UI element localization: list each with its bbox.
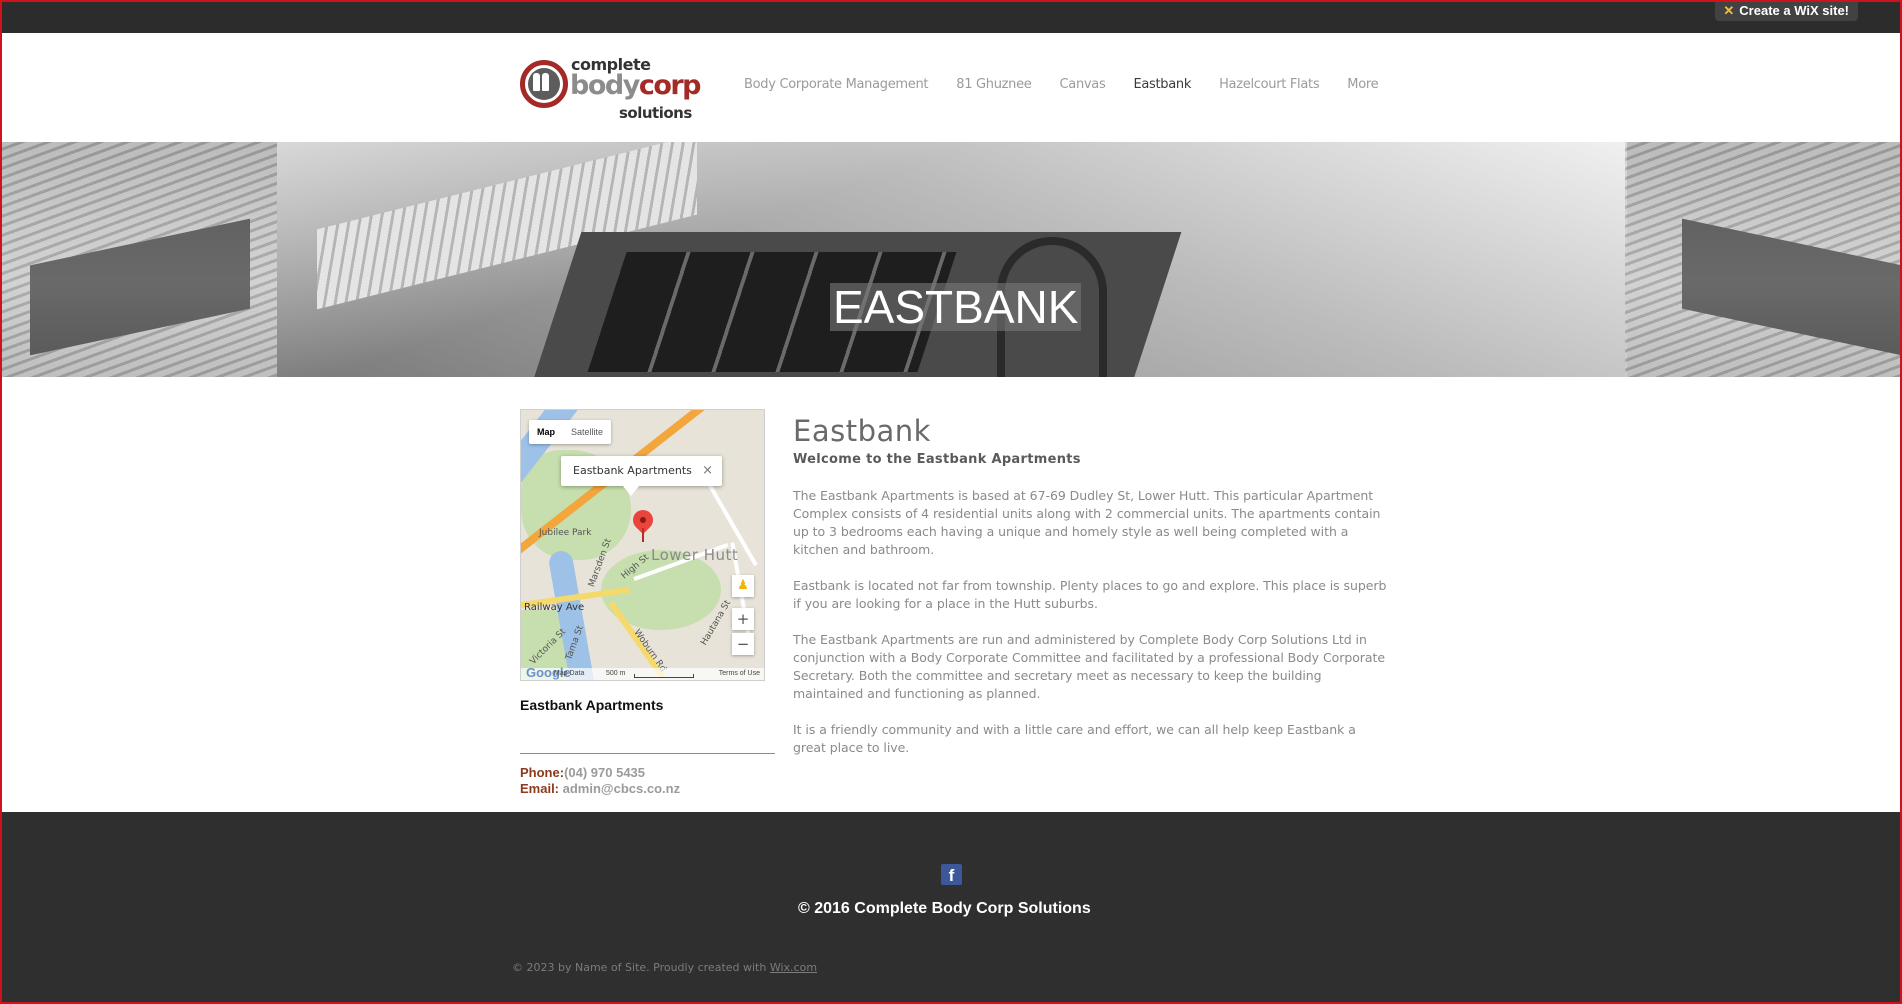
page-subtitle: Welcome to the Eastbank Apartments bbox=[793, 452, 1081, 467]
google-map[interactable]: Jubilee Park Railway Ave High St Marsden… bbox=[520, 409, 765, 681]
banner-building-image bbox=[277, 142, 1627, 377]
divider bbox=[520, 753, 775, 754]
nav-item-hazelcourt-flats[interactable]: Hazelcourt Flats bbox=[1219, 77, 1320, 92]
article-paragraph: The Eastbank Apartments is based at 67-6… bbox=[793, 488, 1381, 557]
footer-credit: © 2023 by Name of Site. Proudly created … bbox=[512, 961, 818, 974]
map-label: Jubilee Park bbox=[539, 528, 592, 538]
create-wix-site-label: Create a WiX site! bbox=[1739, 3, 1849, 18]
map-type-tabs: Map Satellite bbox=[529, 420, 612, 444]
map-label: Railway Ave bbox=[524, 602, 585, 613]
wix-link[interactable]: Wix.com bbox=[770, 961, 817, 974]
map-scale-label: 500 m bbox=[606, 670, 626, 677]
wix-top-bar: ✕ Create a WiX site! bbox=[0, 0, 1902, 33]
map-scale-bar bbox=[634, 674, 694, 678]
email-label: Email: bbox=[520, 781, 560, 796]
nav-item-eastbank[interactable]: Eastbank bbox=[1133, 77, 1191, 92]
phone-value: (04) 970 5435 bbox=[564, 765, 646, 780]
banner-side-image-right bbox=[1625, 142, 1902, 377]
main-nav: Body Corporate Management 81 Ghuznee Can… bbox=[744, 77, 1406, 92]
map-tab-map[interactable]: Map bbox=[529, 420, 563, 444]
banner-title: EASTBANK bbox=[830, 283, 1082, 331]
article-paragraph: Eastbank is located not far from townshi… bbox=[793, 578, 1387, 611]
site-header: complete bodycorp solutions Body Corpora… bbox=[0, 33, 1902, 142]
nav-item-body-corporate-management[interactable]: Body Corporate Management bbox=[744, 77, 929, 92]
phone-label: Phone: bbox=[520, 765, 565, 780]
page-title: Eastbank bbox=[793, 414, 931, 448]
logo-text-bodycorp: bodycorp bbox=[570, 70, 702, 101]
close-icon[interactable]: × bbox=[702, 456, 713, 486]
map-tab-satellite[interactable]: Satellite bbox=[563, 420, 611, 444]
site-footer: f © 2016 Complete Body Corp Solutions © … bbox=[0, 812, 1902, 1004]
pegman-icon[interactable]: ♟ bbox=[732, 575, 754, 597]
create-wix-site-button[interactable]: ✕ Create a WiX site! bbox=[1715, 0, 1858, 21]
banner-side-image-left bbox=[0, 142, 277, 377]
article-paragraph: It is a friendly community and with a li… bbox=[793, 722, 1356, 755]
map-footer: Google Map Data 500 m Terms of Use bbox=[521, 666, 764, 680]
contact-info: Phone:(04) 970 5435 Email: admin@cbcs.co… bbox=[520, 765, 680, 797]
map-info-popup: Eastbank Apartments × bbox=[561, 456, 722, 496]
map-popup-label: Eastbank Apartments bbox=[573, 464, 692, 477]
map-caption: Eastbank Apartments bbox=[520, 697, 664, 713]
nav-item-canvas[interactable]: Canvas bbox=[1060, 77, 1106, 92]
zoom-out-button[interactable]: − bbox=[732, 633, 754, 655]
nav-item-81-ghuznee[interactable]: 81 Ghuznee bbox=[956, 77, 1032, 92]
article-paragraph: The Eastbank Apartments are run and admi… bbox=[793, 632, 1385, 701]
zoom-in-button[interactable]: + bbox=[732, 608, 754, 630]
facebook-icon[interactable]: f bbox=[941, 864, 962, 885]
site-logo[interactable]: complete bodycorp solutions bbox=[519, 55, 702, 125]
footer-copyright: © 2016 Complete Body Corp Solutions bbox=[798, 900, 1091, 917]
wix-x-icon: ✕ bbox=[1723, 2, 1735, 18]
map-area-label: Lower Hutt bbox=[651, 546, 739, 564]
nav-item-more[interactable]: More bbox=[1347, 77, 1378, 92]
logo-people-icon bbox=[520, 60, 568, 108]
article-content: Eastbank Welcome to the Eastbank Apartme… bbox=[793, 413, 1388, 757]
logo-text-solutions: solutions bbox=[619, 104, 692, 122]
hero-banner bbox=[0, 142, 1902, 377]
map-data-link[interactable]: Map Data bbox=[554, 668, 584, 680]
email-link[interactable]: admin@cbcs.co.nz bbox=[563, 781, 680, 796]
map-terms-link[interactable]: Terms of Use bbox=[719, 668, 760, 680]
